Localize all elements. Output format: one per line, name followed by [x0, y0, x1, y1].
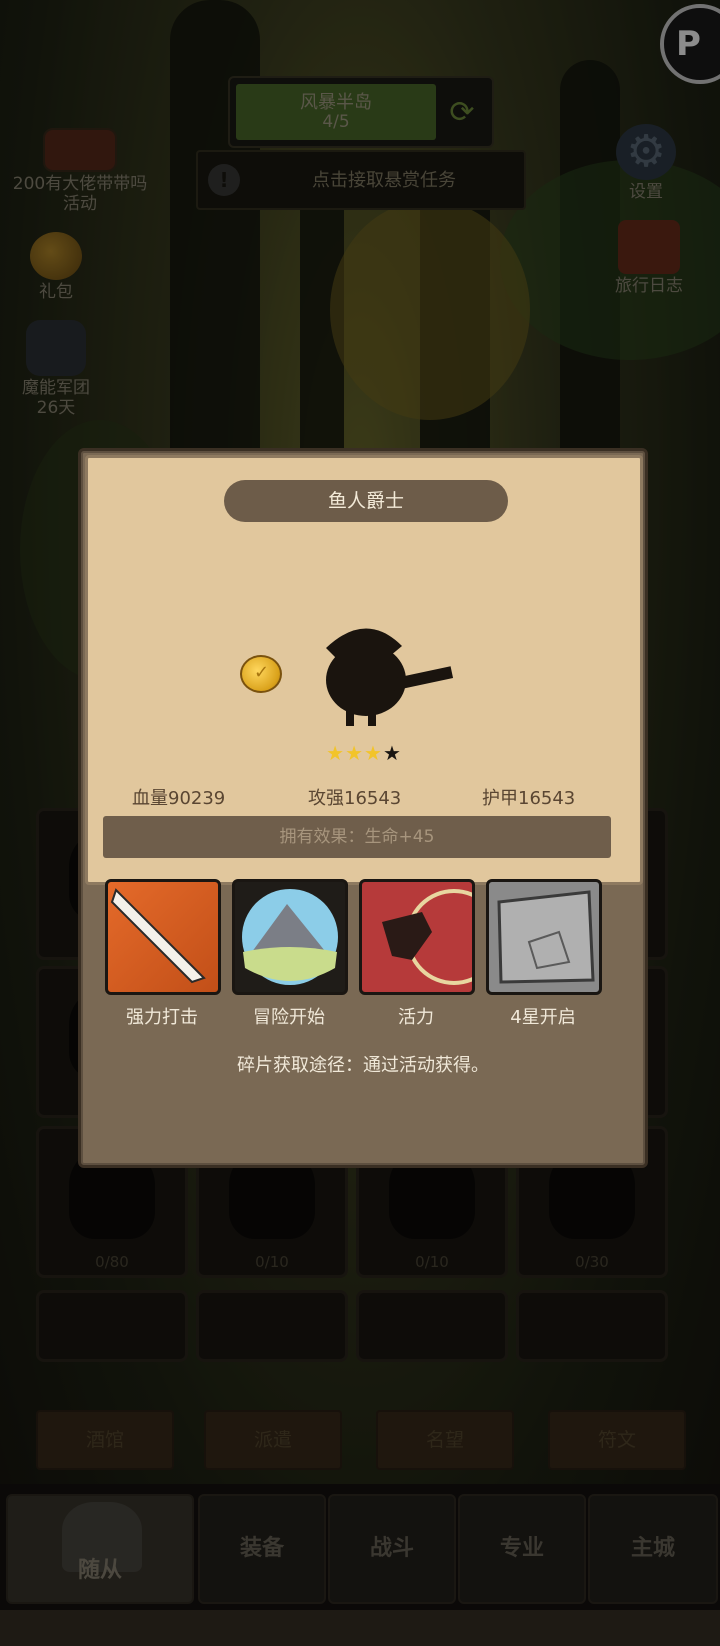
hero-card: 鱼人爵士 ✓ ★★★★ 血量90239 攻强16543 护甲16543 拥有效果…	[85, 455, 643, 885]
star-filled-icon: ★	[364, 741, 383, 765]
star-rating: ★★★★	[88, 741, 640, 765]
shard-source-text: 碎片获取途径：通过活动获得。	[237, 1055, 489, 1076]
skill-label: 活力	[398, 1007, 434, 1028]
star-filled-icon: ★	[326, 741, 346, 765]
hero-name: 鱼人爵士	[224, 480, 508, 522]
skill-slot[interactable]: 4星开启	[486, 879, 602, 1029]
star-filled-icon: ★	[345, 741, 364, 765]
hp-stat: 血量90239	[132, 788, 226, 809]
gold-coin-icon: ✓	[240, 655, 282, 693]
owned-effect-bar: 拥有效果：生命+45	[103, 816, 611, 858]
hero-silhouette	[326, 628, 454, 726]
dash-warrior-icon	[359, 879, 475, 995]
skill-label: 冒险开始	[253, 1007, 325, 1028]
skill-slot[interactable]: 强力打击	[105, 879, 221, 1029]
hero-detail-modal: 鱼人爵士 ✓ ★★★★ 血量90239 攻强16543 护甲16543 拥有效果…	[78, 448, 648, 1168]
attack-stat: 攻强16543	[308, 788, 402, 809]
armor-stat: 护甲16543	[482, 788, 576, 809]
locked-stone-icon	[486, 879, 602, 995]
skill-slot[interactable]: 冒险开始	[232, 879, 348, 1029]
mountain-icon	[232, 879, 348, 995]
sword-strike-icon	[105, 879, 221, 995]
star-empty-icon: ★	[382, 741, 402, 765]
skill-slot[interactable]: 活力	[359, 879, 475, 1029]
skill-label: 4星开启	[510, 1007, 576, 1028]
skill-label: 强力打击	[126, 1007, 198, 1028]
